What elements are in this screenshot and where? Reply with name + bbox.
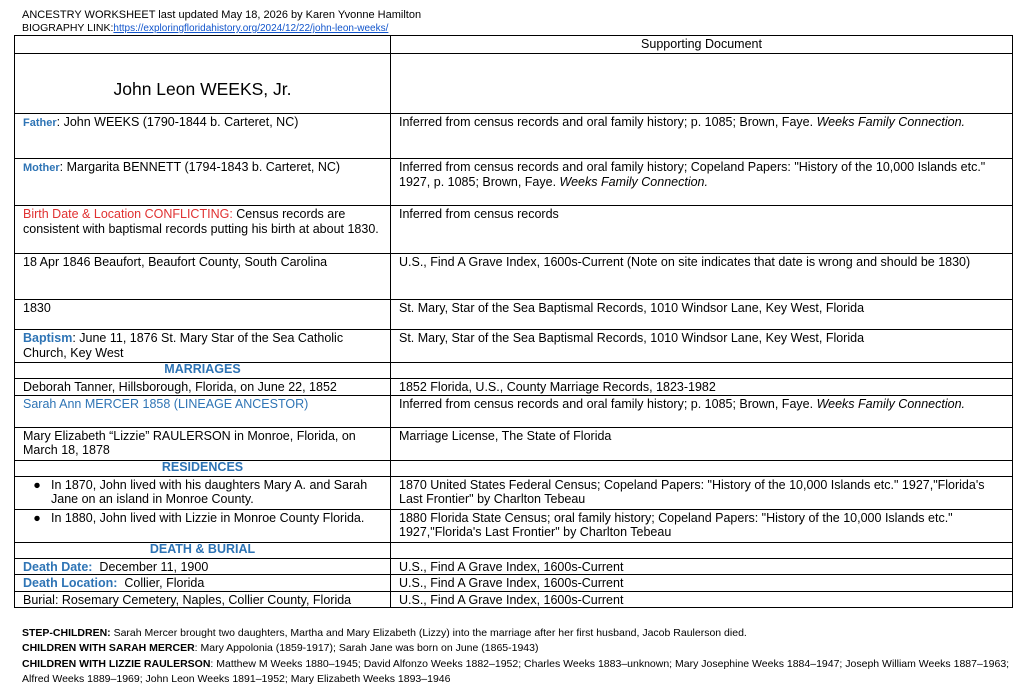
mother-row: Mother: Margarita BENNETT (1794-1843 b. … [14,158,1013,206]
step-children-label: STEP-CHILDREN: [22,627,111,639]
baptism-row: Baptism: June 11, 1876 St. Mary Star of … [14,329,1013,363]
burial-value: Burial: Rosemary Cemetery, Naples, Colli… [14,590,391,608]
marriage-3-doc: Marriage License, The State of Florida [390,426,1013,461]
residence-1-doc: 1870 United States Federal Census; Copel… [390,475,1013,510]
death-date-cell: Death Date: December 11, 1900 [14,557,391,575]
children-sarah-label: CHILDREN WITH SARAH MERCER [22,642,195,654]
marriage-1: Deborah Tanner, Hillsborough, Florida, o… [14,378,391,396]
biography-link[interactable]: https://exploringfloridahistory.org/2024… [113,23,388,34]
death-date-doc: U.S., Find A Grave Index, 1600s-Current [390,557,1013,575]
father-value: : John WEEKS (1790-1844 b. Carteret, NC) [56,115,299,129]
step-children-text: Sarah Mercer brought two daughters, Mart… [110,627,747,639]
father-row: Father: John WEEKS (1790-1844 b. Cartere… [14,113,1013,159]
marriages-header: MARRIAGES [14,362,391,379]
birth-year-row: 1830 St. Mary, Star of the Sea Baptismal… [14,299,1013,330]
marriages-header-row: MARRIAGES [14,362,1013,379]
bullet-icon: ● [33,510,41,525]
biography-link-label: BIOGRAPHY LINK: [22,22,114,34]
mother-doc: Inferred from census records and oral fa… [390,158,1013,206]
father-doc: Inferred from census records and oral fa… [390,113,1013,159]
father-doc-title: Weeks Family Connection. [816,115,965,129]
birth-conflict-label: Birth Date & Location CONFLICTING: [23,207,233,221]
father-cell: Father: John WEEKS (1790-1844 b. Cartere… [14,113,391,159]
residence-row: ● In 1880, John lived with Lizzie in Monr… [14,508,1013,543]
marriage-2-doc-title: Weeks Family Connection. [816,396,965,411]
supporting-document-header: Supporting Document [390,35,1013,54]
marriage-2-doc: Inferred from census records and oral fa… [390,394,1013,428]
birth-year-value: 1830 [14,299,391,330]
residence-row: ● In 1870, John lived with his daughters … [14,475,1013,510]
birth-date-row: 18 Apr 1846 Beaufort, Beaufort County, S… [14,253,1013,300]
burial-doc: U.S., Find A Grave Index, 1600s-Current [390,590,1013,608]
residences-header-row: RESIDENCES [14,459,1013,477]
marriage-2-doc-text: Inferred from census records and oral fa… [399,396,814,411]
death-location-label: Death Location: [23,576,118,590]
residence-1-text: In 1870, John lived with his daughters M… [51,477,368,507]
burial-row: Burial: Rosemary Cemetery, Naples, Colli… [14,590,1013,608]
death-header-blank [390,541,1013,559]
marriage-row: Sarah Ann MERCER 1858 (LINEAGE ANCESTOR)… [14,394,1013,428]
header-blank-cell [14,35,391,54]
mother-value: : Margarita BENNETT (1794-1843 b. Carter… [59,160,341,174]
worksheet-title: ANCESTRY WORKSHEET last updated May 18, … [22,9,422,21]
death-location-doc: U.S., Find A Grave Index, 1600s-Current [390,574,1013,592]
marriages-header-blank [390,362,1013,379]
marriage-row: Mary Elizabeth “Lizzie” RAULERSON in Mon… [14,426,1013,461]
father-doc-text: Inferred from census records and oral fa… [399,115,814,129]
person-name: John Leon WEEKS, Jr. [14,53,391,114]
marriage-row: Deborah Tanner, Hillsborough, Florida, o… [14,378,1013,396]
death-date-row: Death Date: December 11, 1900 U.S., Find… [14,557,1013,575]
death-location-value: Collier, Florida [117,576,205,590]
baptism-doc: St. Mary, Star of the Sea Baptismal Reco… [390,329,1013,363]
death-header-row: DEATH & BURIAL [14,541,1013,559]
mother-doc-title: Weeks Family Connection. [559,174,708,189]
biography-link-line: BIOGRAPHY LINK:https://exploringfloridah… [22,22,388,35]
death-location-row: Death Location: Collier, Florida U.S., F… [14,574,1013,592]
table-header-row: Supporting Document [14,35,1013,54]
death-location-cell: Death Location: Collier, Florida [14,574,391,592]
birth-year-doc: St. Mary, Star of the Sea Baptismal Reco… [390,299,1013,330]
residence-2: ● In 1880, John lived with Lizzie in Monr… [14,508,391,543]
father-label: Father [23,117,57,129]
baptism-cell: Baptism: June 11, 1876 St. Mary Star of … [14,329,391,363]
birth-doc: Inferred from census records [390,205,1013,254]
residences-header: RESIDENCES [14,459,391,477]
children-sarah-line: CHILDREN WITH SARAH MERCER: Mary Appolon… [22,641,1012,656]
residence-2-text: In 1880, John lived with Lizzie in Monro… [51,510,365,525]
children-lizzie-label: CHILDREN WITH LIZZIE RAULERSON [22,658,211,670]
residence-1: ● In 1870, John lived with his daughters … [14,475,391,510]
name-doc-cell [390,53,1013,114]
children-lizzie-line: CHILDREN WITH LIZZIE RAULERSON: Matthew … [22,657,1012,687]
baptism-label: Baptism [23,331,73,345]
residences-header-blank [390,459,1013,477]
mother-cell: Mother: Margarita BENNETT (1794-1843 b. … [14,158,391,206]
birth-date-doc: U.S., Find A Grave Index, 1600s-Current … [390,253,1013,300]
death-burial-header: DEATH & BURIAL [14,541,391,559]
birth-row: Birth Date & Location CONFLICTING: Censu… [14,205,1013,254]
name-row: John Leon WEEKS, Jr. [14,53,1013,114]
mother-label: Mother [23,162,60,174]
marriage-2: Sarah Ann MERCER 1858 (LINEAGE ANCESTOR) [14,394,391,428]
birth-date-value: 18 Apr 1846 Beaufort, Beaufort County, S… [14,253,391,300]
death-date-label: Death Date: [23,559,93,574]
residence-2-doc: 1880 Florida State Census; oral family h… [390,508,1013,543]
ancestry-table: Supporting Document John Leon WEEKS, Jr.… [14,35,1013,608]
marriage-3: Mary Elizabeth “Lizzie” RAULERSON in Mon… [14,426,391,461]
birth-cell: Birth Date & Location CONFLICTING: Censu… [14,205,391,254]
death-date-value: December 11, 1900 [92,559,209,574]
step-children-line: STEP-CHILDREN: Sarah Mercer brought two … [22,626,1012,641]
marriage-1-doc: 1852 Florida, U.S., County Marriage Reco… [390,378,1013,396]
children-sarah-text: : Mary Appolonia (1859-1917); Sarah Jane… [194,642,539,654]
bullet-icon: ● [33,477,41,492]
